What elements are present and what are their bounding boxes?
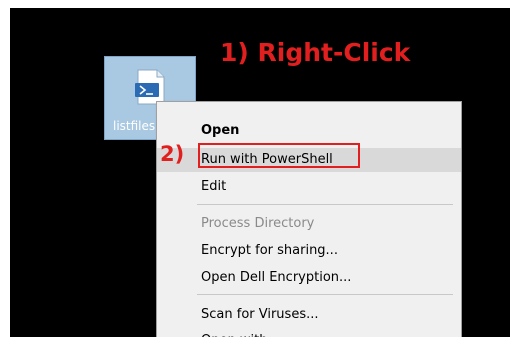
menu-separator — [197, 204, 453, 205]
powershell-script-icon — [135, 69, 165, 105]
desktop-background: listfiles 1) Right-Click Open Run with P… — [10, 8, 510, 337]
menu-item-encrypt-for-sharing[interactable]: Encrypt for sharing... — [157, 239, 461, 263]
step-1-annotation: 1) Right-Click — [220, 38, 411, 67]
menu-item-open-dell-encryption[interactable]: Open Dell Encryption... — [157, 266, 461, 290]
menu-separator — [197, 294, 453, 295]
menu-item-process-directory: Process Directory — [201, 216, 315, 231]
menu-item-edit[interactable]: Edit — [157, 175, 461, 199]
file-name-label: listfiles — [113, 119, 156, 133]
context-menu: Open Run with PowerShell Edit Process Di… — [156, 101, 462, 337]
step-2-annotation: 2) — [160, 142, 185, 166]
menu-item-open-with[interactable]: Open with... — [157, 329, 461, 337]
menu-item-run-with-powershell[interactable]: Run with PowerShell — [157, 148, 461, 172]
menu-item-open[interactable]: Open — [157, 119, 461, 143]
menu-item-scan-for-viruses[interactable]: Scan for Viruses... — [157, 303, 461, 327]
